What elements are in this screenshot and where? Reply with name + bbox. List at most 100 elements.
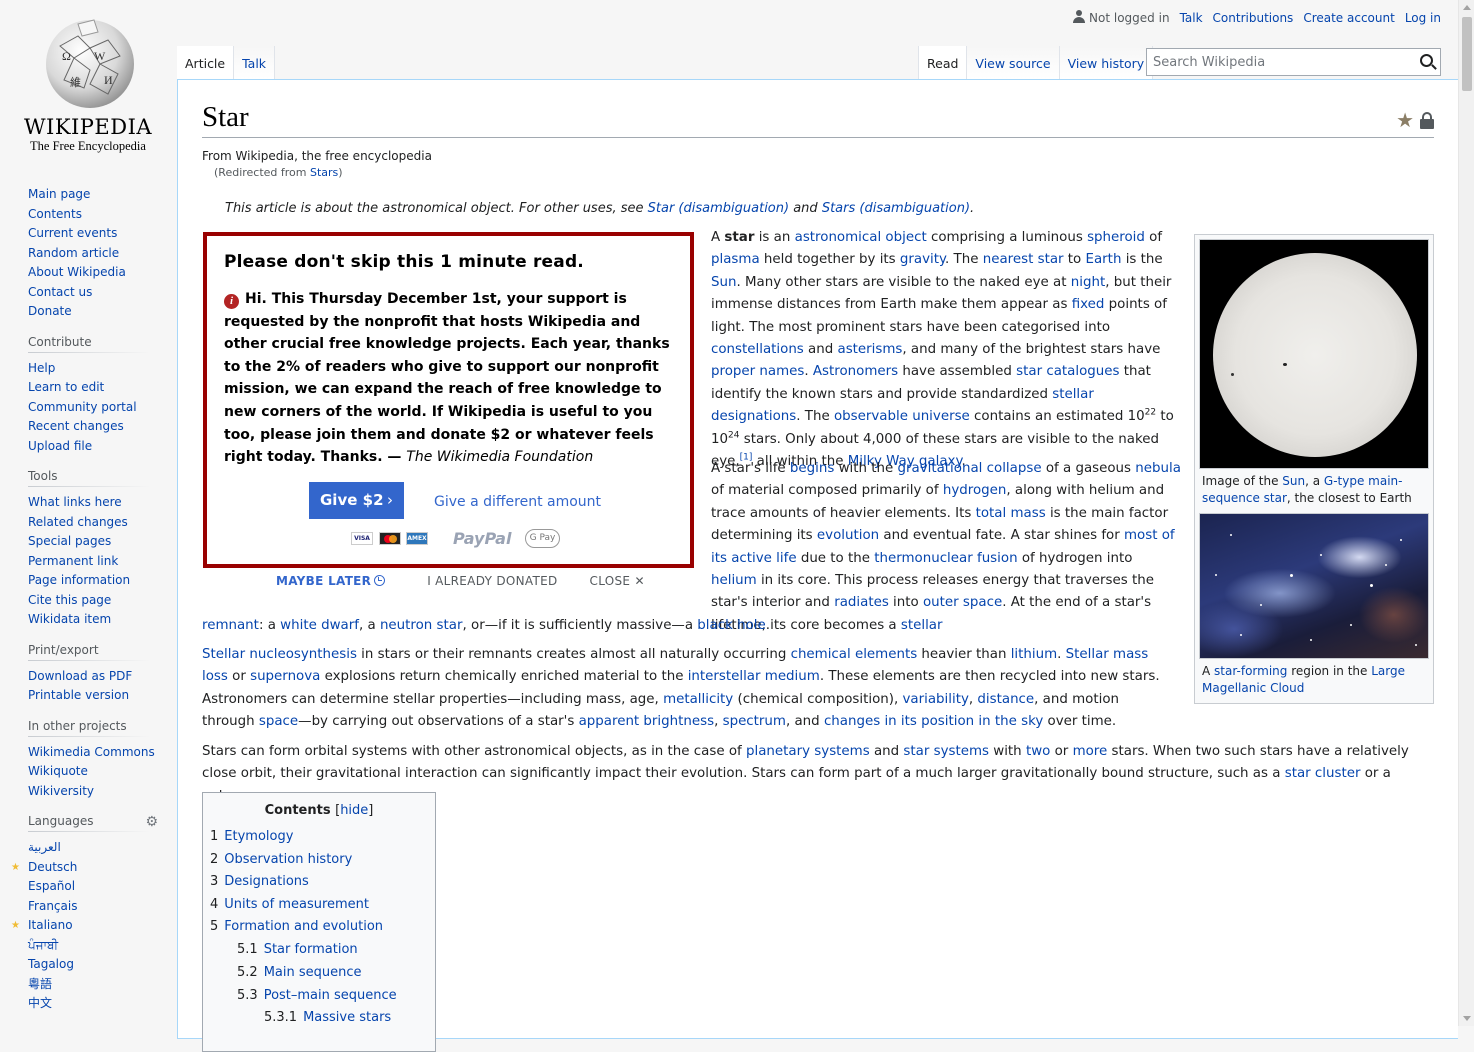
toc-hide-toggle[interactable]: [hide] [335, 803, 373, 818]
article-link[interactable]: star cluster [1285, 766, 1361, 781]
tools-link[interactable]: Special pages [28, 534, 111, 548]
article-link[interactable]: Sun [711, 275, 736, 290]
nav-link[interactable]: Donate [28, 304, 72, 318]
article-link[interactable]: hydrogen [943, 483, 1007, 498]
toc-item[interactable]: 5 Formation and evolution [203, 916, 435, 939]
article-link[interactable]: astronomical object [795, 230, 927, 245]
toc-item[interactable]: 4 Units of measurement [203, 894, 435, 917]
toc-link[interactable]: Main sequence [264, 965, 362, 980]
nav-link[interactable]: Main page [28, 187, 90, 201]
language-link[interactable]: Italiano [28, 918, 73, 932]
article-link[interactable]: variability [903, 692, 969, 707]
give-button[interactable]: Give $2 › [309, 482, 404, 519]
contribute-link[interactable]: Community portal [28, 400, 137, 414]
maybe-later-button[interactable]: MAYBE LATER [276, 574, 386, 588]
language-link[interactable]: Español [28, 879, 75, 893]
toc-link[interactable]: Formation and evolution [224, 919, 383, 934]
nav-link[interactable]: Current events [28, 226, 117, 240]
article-link[interactable]: Stellar nucleosynthesis [202, 647, 357, 662]
toc-link[interactable]: Units of measurement [224, 897, 369, 912]
toc-link[interactable]: Post–main sequence [264, 988, 397, 1003]
language-link[interactable]: 中文 [28, 996, 52, 1010]
article-link[interactable]: two [1026, 744, 1050, 759]
article-link[interactable]: space [259, 714, 298, 729]
language-link[interactable]: ਪੰਜਾਬੀ [28, 938, 58, 952]
toc-link[interactable]: Observation history [224, 852, 352, 867]
article-link[interactable]: outer space [923, 595, 1002, 610]
article-link[interactable]: chemical elements [791, 647, 918, 662]
nav-link[interactable]: Random article [28, 246, 119, 260]
nav-link[interactable]: Contents [28, 207, 82, 221]
language-link[interactable]: العربية [28, 840, 61, 854]
toc-item[interactable]: 5.3.1 Massive stars [203, 1007, 435, 1030]
talk-link[interactable]: Talk [1180, 11, 1203, 25]
redirect-link[interactable]: Stars [310, 166, 338, 179]
projects-link[interactable]: Wikiversity [28, 784, 94, 798]
scrollbar-thumb[interactable] [1462, 17, 1472, 91]
article-link[interactable]: radiates [834, 595, 889, 610]
contributions-link[interactable]: Contributions [1213, 11, 1294, 25]
article-link[interactable]: proper names [711, 364, 804, 379]
star-forming-region-image[interactable] [1199, 513, 1429, 659]
article-link[interactable]: stellar [901, 618, 943, 633]
article-link[interactable]: night [1071, 275, 1105, 290]
caption-link-sun[interactable]: Sun [1282, 474, 1305, 488]
scrollbar[interactable] [1458, 0, 1474, 1026]
article-link[interactable]: nearest star [983, 252, 1064, 267]
article-link[interactable]: changes in its position in the sky [824, 714, 1043, 729]
scroll-up-arrow-icon[interactable] [1463, 5, 1471, 10]
tab-talk[interactable]: Talk [234, 46, 276, 79]
article-link[interactable]: thermonuclear fusion [874, 551, 1017, 566]
article-link[interactable]: observable universe [834, 409, 970, 424]
tab-view-source[interactable]: View source [967, 46, 1060, 79]
nav-link[interactable]: About Wikipedia [28, 265, 126, 279]
already-donated-button[interactable]: I ALREADY DONATED [427, 574, 557, 588]
article-link[interactable]: helium [711, 573, 757, 588]
tools-link[interactable]: Related changes [28, 515, 128, 529]
projects-link[interactable]: Wikimedia Commons [28, 745, 155, 759]
article-link[interactable]: spectrum [723, 714, 786, 729]
article-link[interactable]: total mass [976, 506, 1046, 521]
article-link[interactable]: gravitational collapse [898, 461, 1042, 476]
toc-item[interactable]: 5.1 Star formation [203, 939, 435, 962]
print-link[interactable]: Download as PDF [28, 669, 132, 683]
article-link[interactable]: planetary systems [746, 744, 870, 759]
toc-link[interactable]: Etymology [224, 829, 293, 844]
featured-article-star-icon[interactable]: ★ [1396, 108, 1414, 132]
language-link[interactable]: Tagalog [28, 957, 74, 971]
article-link[interactable]: apparent brightness [579, 714, 715, 729]
toc-item[interactable]: 5.3 Post–main sequence [203, 985, 435, 1008]
article-link[interactable]: remnant [202, 618, 259, 633]
hatnote-link-star-disambiguation[interactable]: Star (disambiguation) [648, 201, 789, 216]
tab-read[interactable]: Read [919, 46, 968, 79]
nav-link[interactable]: Contact us [28, 285, 92, 299]
toc-item[interactable]: 1 Etymology [203, 826, 435, 849]
search-icon[interactable] [1420, 54, 1433, 67]
article-link[interactable]: white dwarf [280, 618, 359, 633]
article-link[interactable]: metallicity [663, 692, 733, 707]
toc-link[interactable]: Star formation [264, 942, 358, 957]
article-link[interactable]: Astronomers [813, 364, 898, 379]
log-in-link[interactable]: Log in [1405, 11, 1441, 25]
article-link[interactable]: star catalogues [1016, 364, 1119, 379]
close-button[interactable]: CLOSE ✕ [590, 574, 645, 588]
toc-link[interactable]: Massive stars [303, 1010, 391, 1025]
contribute-link[interactable]: Recent changes [28, 419, 124, 433]
tab-article[interactable]: Article [177, 46, 235, 79]
article-link[interactable]: star systems [903, 744, 989, 759]
toc-link[interactable]: Designations [224, 874, 309, 889]
article-link[interactable]: plasma [711, 252, 760, 267]
tools-link[interactable]: Cite this page [28, 593, 111, 607]
print-link[interactable]: Printable version [28, 688, 129, 702]
language-link[interactable]: Français [28, 899, 77, 913]
create-account-link[interactable]: Create account [1303, 11, 1395, 25]
tools-link[interactable]: Wikidata item [28, 612, 111, 626]
article-link[interactable]: neutron star [380, 618, 463, 633]
toc-item[interactable]: 3 Designations [203, 871, 435, 894]
lock-icon[interactable] [1420, 111, 1434, 129]
article-link[interactable]: constellations [711, 342, 804, 357]
scroll-down-arrow-icon[interactable] [1463, 1016, 1471, 1021]
toc-item[interactable]: 2 Observation history [203, 849, 435, 872]
gear-icon[interactable]: ⚙ [145, 814, 158, 830]
toc-hide-link[interactable]: hide [340, 803, 368, 818]
